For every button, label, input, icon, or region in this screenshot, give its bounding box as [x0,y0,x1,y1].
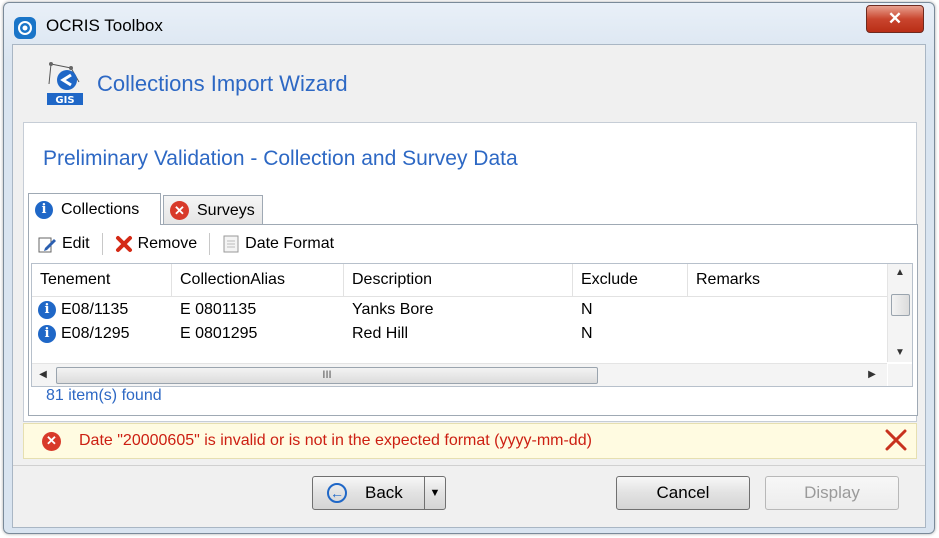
scrollbar-corner [888,364,912,386]
collections-grid: Tenement CollectionAlias Description Exc… [31,263,913,387]
cancel-button[interactable]: Cancel [616,476,750,510]
error-icon: ✕ [170,201,189,220]
remarks-cell [688,298,887,322]
column-header[interactable]: Remarks [688,264,887,296]
edit-button[interactable]: Edit [29,230,98,258]
grid-toolbar: Edit Remove Date Format [29,229,917,259]
back-dropdown-chevron-icon[interactable]: ▼ [424,477,445,509]
tenement-cell: E08/1135 [61,301,129,318]
description-cell: Red Hill [352,325,409,342]
tab-collections[interactable]: i Collections [28,193,161,225]
column-header[interactable]: Exclude [573,264,688,296]
description-cell: Yanks Bore [352,301,434,318]
scroll-up-icon[interactable]: ▲ [888,264,912,282]
app-icon [14,17,36,39]
horizontal-scrollbar[interactable]: ◀ III ▶ [32,363,887,386]
scroll-left-icon[interactable]: ◀ [34,364,52,386]
info-icon: i [35,200,53,219]
alias-cell: E 0801295 [180,325,258,342]
back-label: Back [365,483,403,502]
grid-header: Tenement CollectionAlias Description Exc… [32,264,887,297]
section-title: Preliminary Validation - Collection and … [43,147,518,170]
dialog-window: OCRIS Toolbox ✕ GIS Collections Import W… [3,2,935,534]
exclude-cell: N [581,325,593,342]
content-panel: Preliminary Validation - Collection and … [23,122,918,422]
title-bar[interactable]: OCRIS Toolbox ✕ [4,3,934,45]
error-banner: ✕ Date "20000605" is invalid or is not i… [23,423,917,459]
date-format-label: Date Format [245,235,335,252]
scroll-right-icon[interactable]: ▶ [863,364,881,386]
tenement-cell: E08/1295 [61,325,130,342]
dialog-client-area: GIS Collections Import Wizard Preliminar… [12,44,926,528]
remarks-cell [688,322,887,346]
back-button[interactable]: ← Back ▼ [312,476,446,510]
column-header[interactable]: Tenement [32,264,172,296]
gis-logo-text: GIS [55,95,74,106]
error-message: Date "20000605" is invalid or is not in … [79,432,592,449]
remove-button[interactable]: Remove [107,230,206,258]
table-row[interactable]: i E08/1295 E 0801295 Red Hill N [32,322,887,346]
error-icon: ✕ [42,431,61,451]
alias-cell: E 0801135 [180,301,257,318]
info-icon: i [38,300,56,319]
edit-label: Edit [62,235,90,252]
scroll-down-icon[interactable]: ▼ [888,344,912,362]
back-arrow-icon: ← [327,483,347,503]
tab-surveys-label: Surveys [197,201,255,219]
footer-divider [13,465,925,466]
column-header[interactable]: Description [344,264,573,296]
edit-icon [38,237,56,253]
display-button[interactable]: Display [765,476,899,510]
toolbar-divider [209,233,211,255]
remove-icon [115,236,132,252]
date-format-button[interactable]: Date Format [214,230,342,258]
vertical-scrollbar[interactable]: ▲ ▼ [887,264,912,362]
horizontal-scroll-thumb[interactable]: III [56,367,598,384]
column-header[interactable]: CollectionAlias [172,264,344,296]
table-row[interactable]: i E08/1135 E 0801135 Yanks Bore N [32,298,887,322]
collections-tab-page: Edit Remove Date Format Tenement Collect… [28,224,918,416]
toolbar-divider [101,233,103,255]
dismiss-error-icon[interactable] [884,428,908,456]
tab-collections-label: Collections [61,200,140,218]
close-button[interactable]: ✕ [866,5,924,33]
wizard-title: Collections Import Wizard [97,71,348,96]
window-title: OCRIS Toolbox [46,16,163,35]
calendar-icon [223,235,239,253]
remove-label: Remove [137,235,198,252]
vertical-scroll-thumb[interactable] [891,294,910,316]
exclude-cell: N [581,301,593,318]
item-count: 81 item(s) found [46,387,162,404]
gis-logo-icon: GIS [45,60,85,106]
wizard-header: GIS Collections Import Wizard [13,45,925,120]
tab-surveys[interactable]: ✕ Surveys [163,195,263,225]
info-icon: i [38,324,56,343]
